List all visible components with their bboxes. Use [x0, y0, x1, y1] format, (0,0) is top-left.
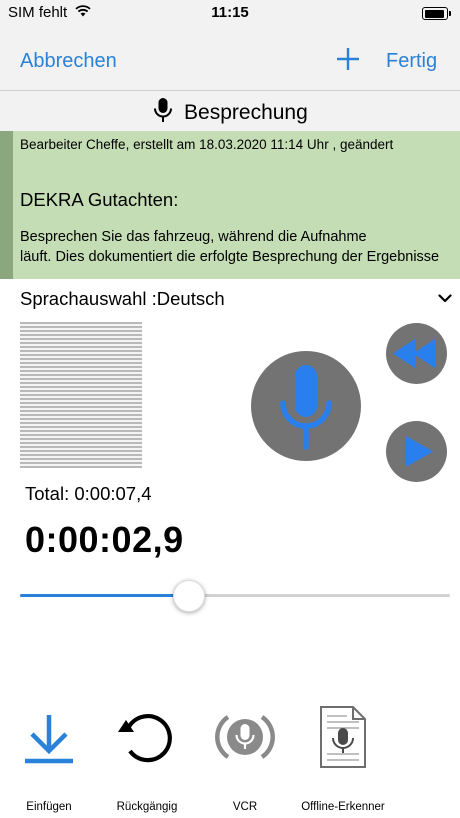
- battery-icon: [422, 7, 451, 20]
- rewind-button[interactable]: [386, 323, 447, 384]
- status-bar: SIM fehlt 11:15: [0, 0, 460, 28]
- slider-thumb[interactable]: [172, 580, 205, 612]
- info-body-line: Besprechen Sie das fahrzeug, während die…: [20, 229, 367, 245]
- vcr-button[interactable]: VCR: [202, 700, 288, 813]
- info-accent-bar: [0, 131, 13, 279]
- microphone-icon: [154, 98, 173, 122]
- total-duration: Total: 0:00:07,4: [25, 483, 152, 504]
- toolbar-label: Einfügen: [26, 801, 72, 813]
- page-title: Besprechung: [184, 101, 308, 124]
- info-meta-text: Bearbeiter Cheffe, erstellt am 18.03.202…: [20, 137, 394, 152]
- toolbar-label: Rückgängig: [116, 801, 178, 813]
- undo-icon: [118, 714, 172, 763]
- microphone-icon: [280, 365, 332, 450]
- plus-icon[interactable]: [334, 45, 362, 73]
- info-heading: DEKRA Gutachten:: [20, 189, 179, 210]
- offline-recognizer-button[interactable]: Offline-Erkenner: [290, 700, 396, 813]
- info-body: Besprechen Sie das fahrzeug, während die…: [20, 227, 456, 267]
- current-time: 0:00:02,9: [25, 519, 184, 560]
- download-icon: [25, 715, 73, 764]
- slider-fill: [20, 594, 188, 597]
- navigation-bar: Abbrechen Fertig: [0, 28, 460, 91]
- play-button[interactable]: [386, 421, 447, 482]
- language-label: Sprachauswahl :Deutsch: [20, 288, 225, 309]
- rewind-icon: [393, 339, 435, 368]
- record-button[interactable]: [251, 351, 361, 461]
- toolbar-label: VCR: [232, 801, 258, 813]
- cancel-button[interactable]: Abbrechen: [20, 50, 117, 73]
- vcr-microphone-icon: [215, 715, 275, 759]
- insert-button[interactable]: Einfügen: [6, 700, 92, 813]
- play-icon: [406, 436, 433, 467]
- language-selector[interactable]: Sprachauswahl :Deutsch: [0, 280, 460, 318]
- info-body-line: läuft. Dies dokumentiert die erfolgte Be…: [20, 249, 440, 265]
- playback-slider[interactable]: [20, 580, 450, 612]
- chevron-down-icon[interactable]: [438, 294, 452, 303]
- offline-recognizer-icon: [320, 706, 366, 768]
- toolbar-label: Offline-Erkenner: [301, 801, 385, 813]
- title-bar: Besprechung: [0, 91, 460, 131]
- info-box[interactable]: Bearbeiter Cheffe, erstellt am 18.03.202…: [0, 131, 460, 279]
- done-button[interactable]: Fertig: [386, 50, 437, 73]
- undo-button[interactable]: Rückgängig: [104, 700, 190, 813]
- waveform-display: [20, 322, 142, 468]
- status-time: 11:15: [211, 4, 249, 21]
